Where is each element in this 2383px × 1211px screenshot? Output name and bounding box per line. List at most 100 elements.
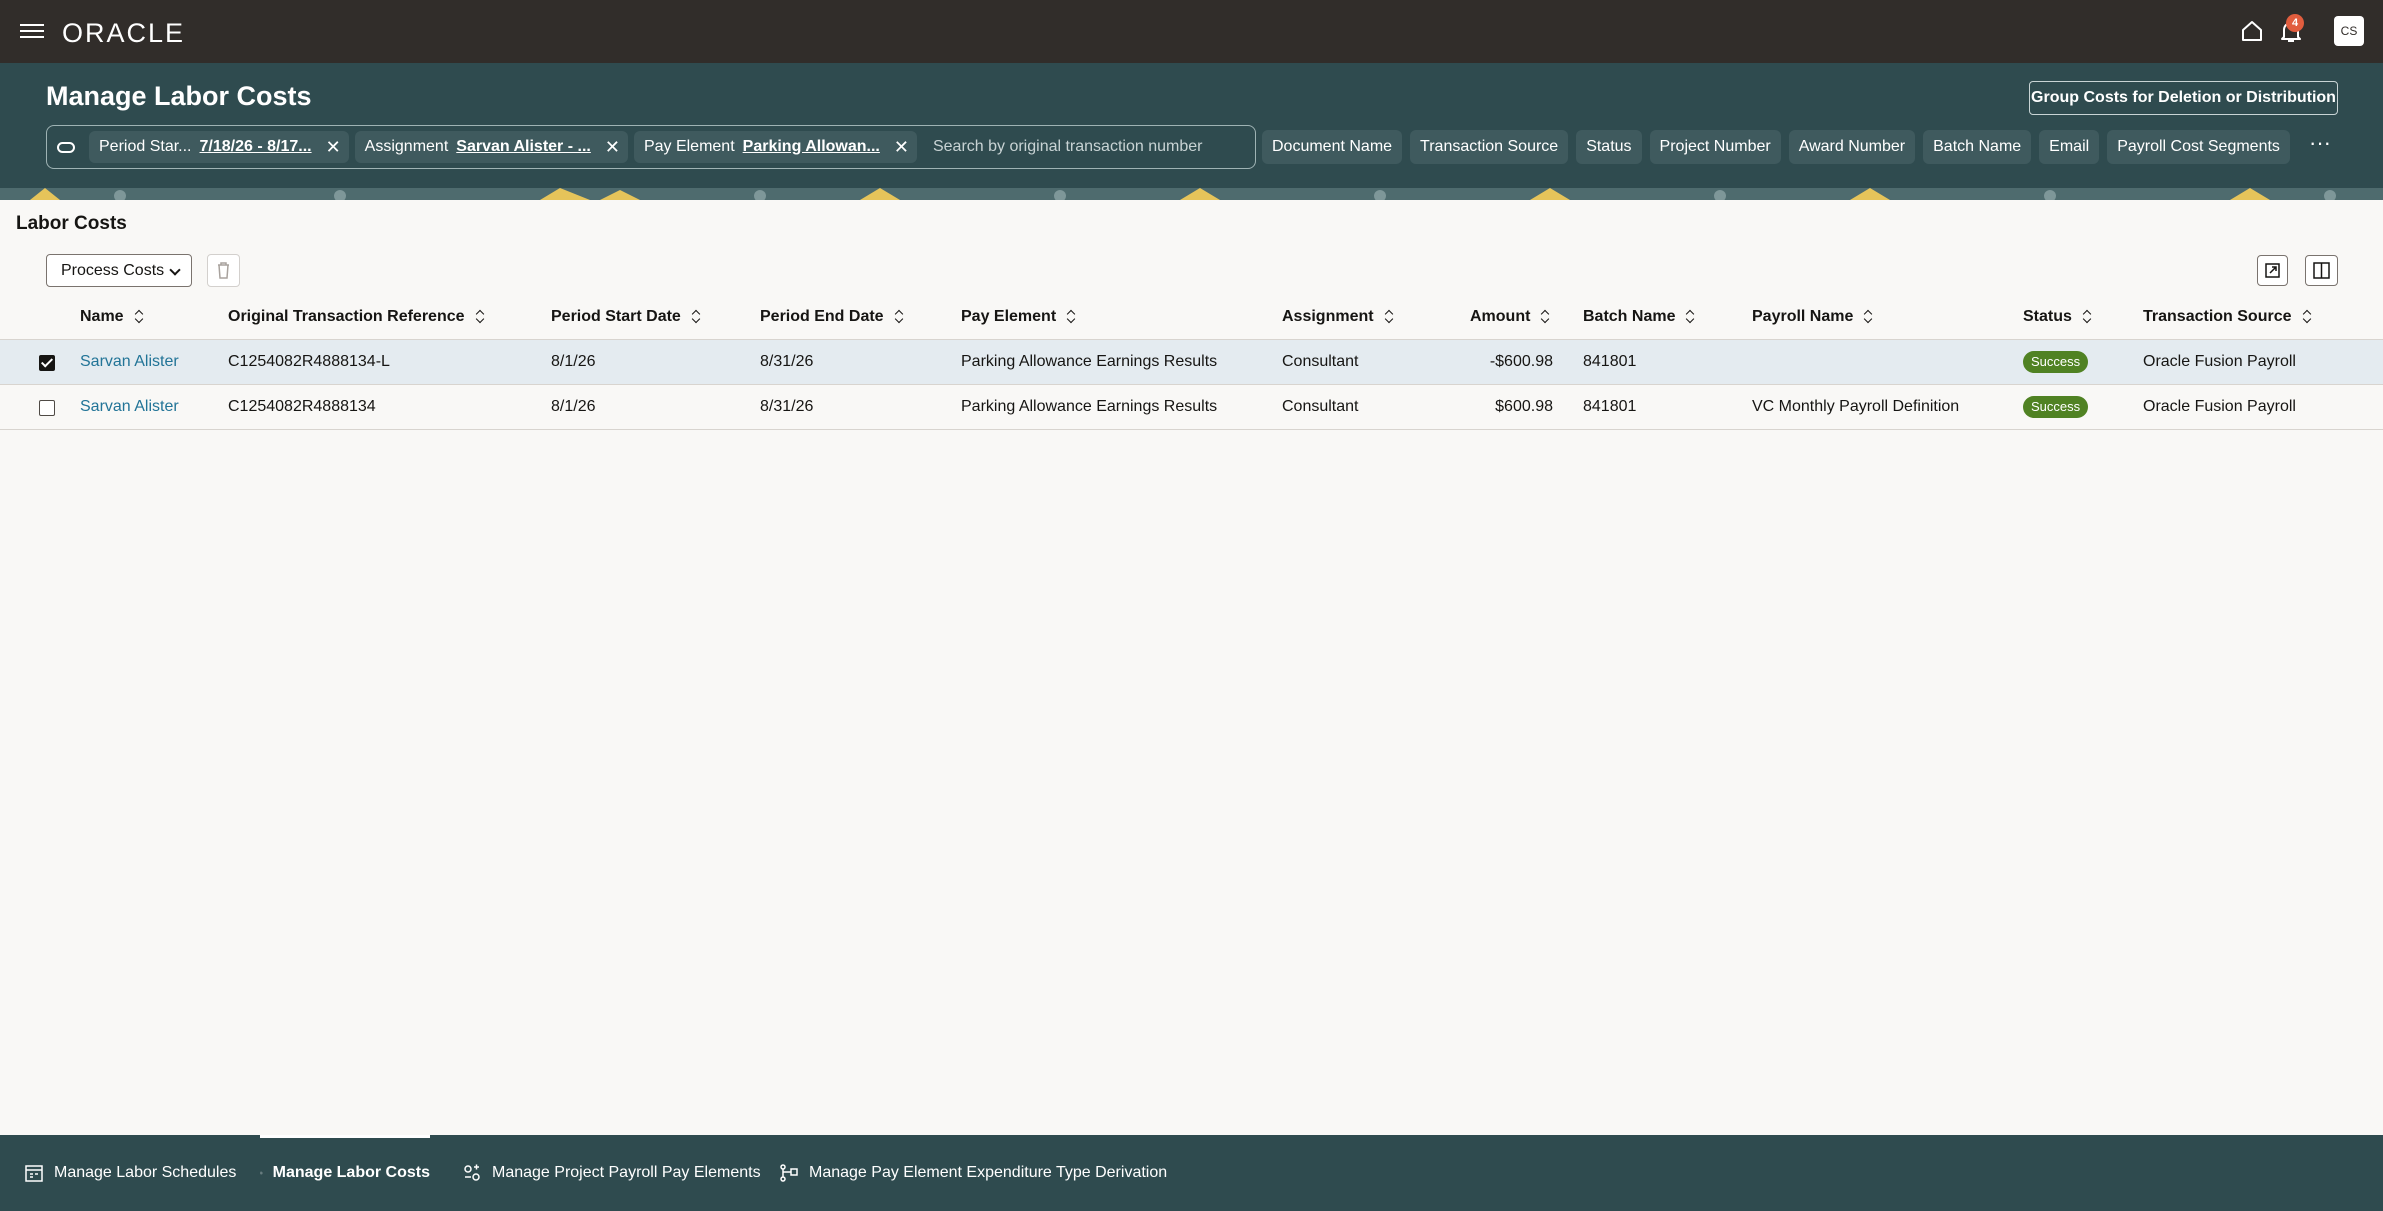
cell-assignment: Consultant (1282, 398, 1359, 415)
cell-end-date: 8/31/26 (760, 353, 814, 370)
cell-payroll: VC Monthly Payroll Definition (1752, 398, 1960, 415)
tab-label: Manage Pay Element Expenditure Type Deri… (809, 1164, 1168, 1181)
employee-name-link[interactable]: Sarvan Alister (80, 398, 179, 416)
column-header-payroll-name[interactable]: Payroll Name (1752, 308, 1873, 326)
filter-payroll-cost-segments[interactable]: Payroll Cost Segments (2107, 130, 2290, 164)
sort-icon (894, 309, 904, 323)
search-input[interactable]: Search by original transaction number (933, 138, 1202, 156)
filter-award-number[interactable]: Award Number (1788, 130, 1916, 164)
close-icon[interactable]: ✕ (894, 138, 909, 156)
table-row[interactable]: Sarvan Alister C1254082R4888134-L 8/1/26… (0, 340, 2383, 385)
schedule-icon (25, 1165, 43, 1182)
cell-pay-element: Parking Allowance Earnings Results (961, 398, 1218, 415)
sort-icon (1066, 309, 1076, 323)
sort-icon (1863, 309, 1873, 323)
row-checkbox[interactable] (39, 400, 55, 416)
process-costs-button[interactable]: Process Costs (46, 254, 192, 287)
page-header: Manage Labor Costs Group Costs for Delet… (0, 63, 2383, 200)
tab-manage-pay-element-expenditure-type-derivation[interactable]: Manage Pay Element Expenditure Type Deri… (779, 1135, 1167, 1211)
filter-chip-pay-element[interactable]: Pay Element Parking Allowan... ✕ (633, 131, 917, 163)
delete-button[interactable] (207, 254, 240, 287)
cell-source: Oracle Fusion Payroll (2143, 398, 2296, 415)
cell-reference: C1254082R4888134-L (228, 353, 390, 370)
section-title: Labor Costs (16, 213, 127, 234)
sort-icon (2082, 309, 2092, 323)
filter-toggle-icon[interactable] (57, 141, 75, 153)
split-view-button[interactable] (2305, 255, 2338, 286)
menu-icon[interactable] (20, 20, 44, 42)
cell-reference: C1254082R4888134 (228, 398, 376, 415)
cell-batch: 841801 (1583, 353, 1637, 370)
column-header-reference[interactable]: Original Transaction Reference (228, 308, 485, 326)
employee-name-link[interactable]: Sarvan Alister (80, 353, 179, 371)
chip-value[interactable]: Sarvan Alister - ... (456, 138, 591, 156)
sort-icon (1685, 309, 1695, 323)
cell-end-date: 8/31/26 (760, 398, 814, 415)
column-header-start-date[interactable]: Period Start Date (551, 308, 701, 326)
quick-filters: Document Name Transaction Source Status … (1262, 130, 2298, 164)
column-header-pay-element[interactable]: Pay Element (961, 308, 1076, 326)
tab-manage-labor-schedules[interactable]: Manage Labor Schedules (24, 1135, 236, 1211)
cell-pay-element: Parking Allowance Earnings Results (961, 353, 1218, 370)
more-icon[interactable]: ··· (2306, 132, 2334, 161)
filter-project-number[interactable]: Project Number (1649, 130, 1781, 164)
notification-badge: 4 (2286, 14, 2304, 32)
chip-value[interactable]: 7/18/26 - 8/17... (200, 138, 312, 156)
filter-chip-assignment[interactable]: Assignment Sarvan Alister - ... ✕ (354, 131, 628, 163)
filter-email[interactable]: Email (2039, 130, 2100, 164)
cell-source: Oracle Fusion Payroll (2143, 353, 2296, 370)
filter-chip-period[interactable]: Period Star... 7/18/26 - 8/17... ✕ (89, 131, 349, 163)
chip-label: Pay Element (643, 138, 735, 155)
row-checkbox[interactable] (39, 355, 55, 371)
column-header-assignment[interactable]: Assignment (1282, 308, 1394, 326)
column-header-status[interactable]: Status (2023, 308, 2092, 326)
sort-icon (134, 309, 144, 323)
column-header-batch-name[interactable]: Batch Name (1583, 308, 1695, 326)
cell-amount: -$600.98 (1489, 353, 1553, 370)
document-cost-icon (260, 1171, 263, 1175)
user-avatar[interactable]: CS (2334, 16, 2364, 46)
chevron-down-icon (169, 264, 181, 276)
sort-icon (1384, 309, 1394, 323)
group-costs-button[interactable]: Group Costs for Deletion or Distribution (2029, 81, 2338, 115)
tab-manage-labor-costs[interactable]: Manage Labor Costs (260, 1135, 430, 1211)
tab-label: Manage Project Payroll Pay Elements (492, 1164, 761, 1181)
column-header-end-date[interactable]: Period End Date (760, 308, 904, 326)
page-title: Manage Labor Costs (46, 81, 312, 111)
tab-label: Manage Labor Costs (272, 1164, 430, 1181)
home-icon[interactable] (2240, 19, 2264, 43)
search-bar[interactable]: Period Star... 7/18/26 - 8/17... ✕ Assig… (46, 125, 1256, 169)
oracle-logo[interactable]: ORACLE (62, 18, 185, 49)
process-costs-label: Process Costs (61, 261, 165, 279)
column-header-name[interactable]: Name (80, 308, 144, 326)
table-row[interactable]: Sarvan Alister C1254082R4888134 8/1/26 8… (0, 385, 2383, 430)
chip-label: Period Star... (99, 138, 192, 155)
column-header-transaction-source[interactable]: Transaction Source (2143, 308, 2312, 326)
chip-value[interactable]: Parking Allowan... (743, 138, 880, 156)
trash-icon (218, 262, 229, 279)
sort-icon (2302, 309, 2312, 323)
table-header: Name Original Transaction Reference Peri… (0, 296, 2383, 340)
cell-start-date: 8/1/26 (551, 398, 596, 415)
filter-status[interactable]: Status (1576, 130, 1642, 164)
cell-assignment: Consultant (1282, 353, 1359, 370)
pay-elements-icon (464, 1164, 480, 1181)
filter-document-name[interactable]: Document Name (1262, 130, 1403, 164)
tab-manage-project-payroll-pay-elements[interactable]: Manage Project Payroll Pay Elements (462, 1135, 761, 1211)
close-icon[interactable]: ✕ (605, 138, 620, 156)
export-button[interactable] (2257, 255, 2288, 286)
tab-label: Manage Labor Schedules (54, 1164, 237, 1181)
bottom-tab-bar: Manage Labor Schedules Manage Labor Cost… (0, 1135, 2383, 1211)
column-header-amount[interactable]: Amount (1470, 308, 1550, 326)
sort-icon (475, 309, 485, 323)
filter-transaction-source[interactable]: Transaction Source (1410, 130, 1569, 164)
close-icon[interactable]: ✕ (326, 138, 341, 156)
cell-batch: 841801 (1583, 398, 1637, 415)
filter-batch-name[interactable]: Batch Name (1923, 130, 2032, 164)
cell-start-date: 8/1/26 (551, 353, 596, 370)
header-decoration (0, 188, 2383, 200)
sort-icon (691, 309, 701, 323)
top-bar: ORACLE 4 CS (0, 0, 2383, 63)
cell-amount: $600.98 (1495, 398, 1553, 415)
open-external-icon (2265, 263, 2280, 278)
